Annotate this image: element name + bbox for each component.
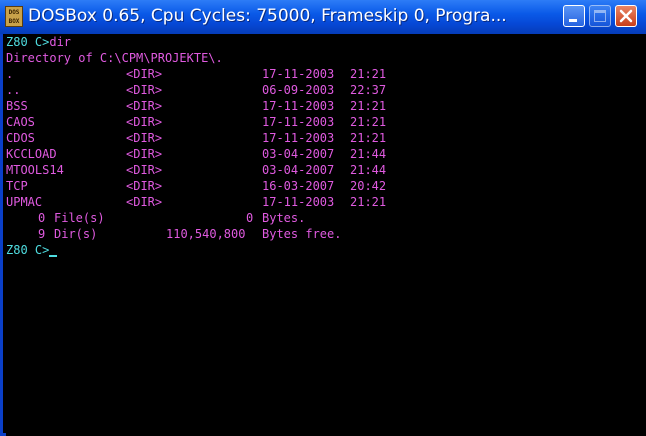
entry-date: 17-11-2003 <box>262 195 335 209</box>
entry-name: CDOS <box>6 131 35 145</box>
entry-type: <DIR> <box>126 83 163 97</box>
dirs-count: 9 <box>38 227 46 241</box>
entry-name: TCP <box>6 179 28 193</box>
entry-name: MTOOLS14 <box>6 163 64 177</box>
entry-time: 21:21 <box>350 115 387 129</box>
entry-date: 16-03-2007 <box>262 179 335 193</box>
files-count: 0 <box>38 211 46 225</box>
entry-type: <DIR> <box>126 67 163 81</box>
entry-time: 21:21 <box>350 99 387 113</box>
directory-entry: .. <DIR> 06-09-2003 22:37 <box>6 82 386 98</box>
entry-type: <DIR> <box>126 115 163 129</box>
entry-time: 21:21 <box>350 195 387 209</box>
close-icon <box>619 9 633 23</box>
entry-time: 21:21 <box>350 67 387 81</box>
console-area[interactable]: Z80 C>dir Directory of C:\CPM\PROJEKTE\.… <box>6 34 646 436</box>
dirs-summary: 9 Dir(s) 110,540,800 Bytes free. <box>6 226 341 242</box>
files-bytes-label: Bytes. <box>262 211 306 225</box>
dirs-bytes-label: Bytes free. <box>262 227 342 241</box>
directory-entry: CDOS <DIR> 17-11-2003 21:21 <box>6 130 386 146</box>
files-summary: 0 File(s) 0 Bytes. <box>6 210 305 226</box>
entry-date: 03-04-2007 <box>262 147 335 161</box>
entry-name: CAOS <box>6 115 35 129</box>
minimize-icon <box>569 19 577 22</box>
directory-header: Directory of C:\CPM\PROJEKTE\. <box>6 51 223 65</box>
files-bytes: 0 <box>246 211 254 225</box>
entry-type: <DIR> <box>126 179 163 193</box>
directory-entry: MTOOLS14 <DIR> 03-04-2007 21:44 <box>6 162 386 178</box>
maximize-button[interactable] <box>589 5 611 27</box>
entry-date: 17-11-2003 <box>262 131 335 145</box>
entry-time: 22:37 <box>350 83 387 97</box>
window-title: DOSBox 0.65, Cpu Cycles: 75000, Frameski… <box>28 6 507 26</box>
entry-name: BSS <box>6 99 28 113</box>
entry-date: 17-11-2003 <box>262 99 335 113</box>
entry-type: <DIR> <box>126 195 163 209</box>
icon-text-line-1: DOS <box>8 9 20 16</box>
title-bar[interactable]: DOS BOX DOSBox 0.65, Cpu Cycles: 75000, … <box>0 0 646 34</box>
minimize-button[interactable] <box>563 5 585 27</box>
prompt: Z80 C> <box>6 35 50 49</box>
entry-type: <DIR> <box>126 99 163 113</box>
dirs-label: Dir(s) <box>54 227 98 241</box>
command-text: dir <box>49 35 72 49</box>
entry-name: . <box>6 67 14 81</box>
entry-date: 17-11-2003 <box>262 67 335 81</box>
dosbox-window: DOS BOX DOSBox 0.65, Cpu Cycles: 75000, … <box>0 0 646 436</box>
terminal-output: Z80 C>dir Directory of C:\CPM\PROJEKTE\.… <box>6 34 386 258</box>
entry-name: KCCLOAD <box>6 147 57 161</box>
command-line: Z80 C>dir <box>6 34 223 50</box>
entry-type: <DIR> <box>126 131 163 145</box>
entry-date: 03-04-2007 <box>262 163 335 177</box>
directory-entry: KCCLOAD <DIR> 03-04-2007 21:44 <box>6 146 386 162</box>
dirs-bytes: 110,540,800 <box>166 227 246 241</box>
directory-entry: CAOS <DIR> 17-11-2003 21:21 <box>6 114 386 130</box>
entry-type: <DIR> <box>126 147 163 161</box>
entry-name: .. <box>6 83 21 97</box>
entry-time: 21:21 <box>350 131 387 145</box>
entry-name: UPMAC <box>6 195 43 209</box>
entry-type: <DIR> <box>126 163 163 177</box>
directory-entry: TCP <DIR> 16-03-2007 20:42 <box>6 178 386 194</box>
directory-entry: . <DIR> 17-11-2003 21:21 <box>6 66 386 82</box>
directory-entry: BSS <DIR> 17-11-2003 21:21 <box>6 98 386 114</box>
entry-date: 17-11-2003 <box>262 115 335 129</box>
dosbox-app-icon[interactable]: DOS BOX <box>5 6 23 27</box>
close-button[interactable] <box>615 5 637 27</box>
entry-time: 21:44 <box>350 147 387 161</box>
directory-listing: . <DIR> 17-11-2003 21:21.. <DIR> 06-09-2003 22… <box>6 66 386 210</box>
entry-date: 06-09-2003 <box>262 83 335 97</box>
entry-time: 20:42 <box>350 179 387 193</box>
maximize-icon <box>594 10 606 22</box>
directory-entry: UPMAC <DIR> 17-11-2003 21:21 <box>6 194 386 210</box>
files-label: File(s) <box>54 211 105 225</box>
icon-text-line-2: BOX <box>8 18 20 25</box>
entry-time: 21:44 <box>350 163 387 177</box>
